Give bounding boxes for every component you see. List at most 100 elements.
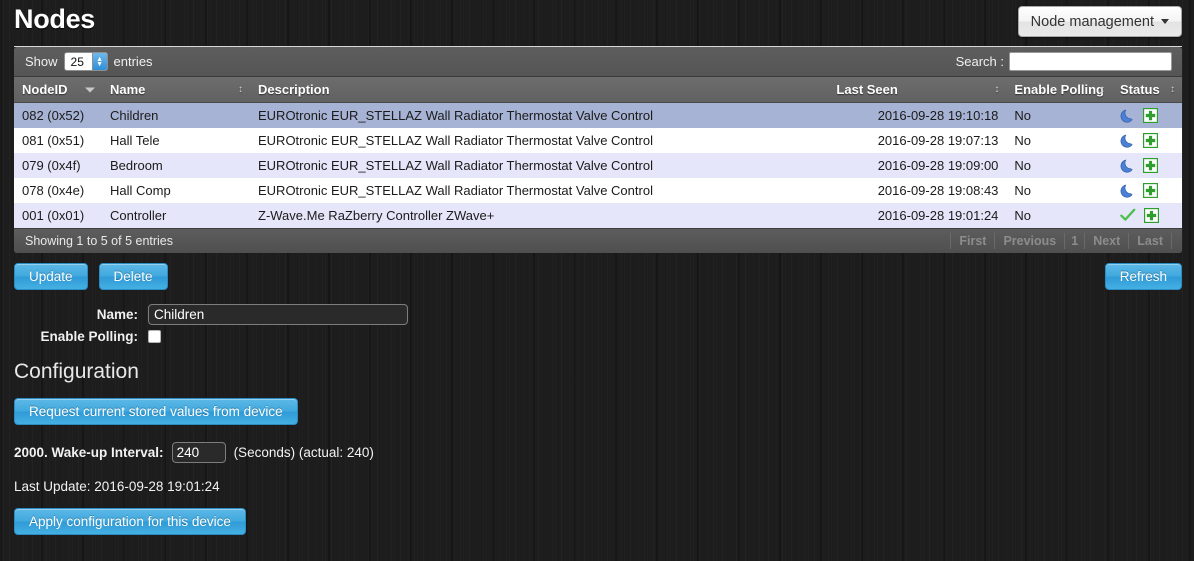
nodes-datatable: Show 25 ▲▼ entries Search : NodeID Name xyxy=(14,47,1182,253)
wakeup-interval-input[interactable] xyxy=(171,442,226,463)
moon-icon xyxy=(1120,158,1135,173)
cell-description: EUROtronic EUR_STELLAZ Wall Radiator The… xyxy=(258,108,653,123)
column-label-last-seen: Last Seen xyxy=(836,82,898,97)
stepper-icon[interactable]: ▲ ▼ xyxy=(91,53,107,70)
pagination-previous[interactable]: Previous xyxy=(994,233,1064,249)
cell-last-seen: 2016-09-28 19:08:43 xyxy=(877,183,999,198)
cell-status xyxy=(1112,128,1182,153)
cell-enable-polling: No xyxy=(1014,158,1032,173)
wakeup-interval-label: 2000. Wake-up Interval: xyxy=(14,445,164,460)
column-header-description[interactable]: Description xyxy=(250,77,829,103)
column-label-enable-polling: Enable Polling xyxy=(1014,82,1104,97)
plus-icon[interactable] xyxy=(1142,157,1159,174)
table-header-row: NodeID Name ↕ Description Last Seen ↕ En… xyxy=(14,77,1182,103)
header-divider xyxy=(14,46,1182,47)
cell-status xyxy=(1112,103,1182,129)
moon-icon xyxy=(1120,133,1135,148)
node-management-button[interactable]: Node management xyxy=(1017,6,1182,37)
show-label: Show xyxy=(25,54,58,69)
cell-enable-polling: No xyxy=(1014,108,1032,123)
page-title: Nodes xyxy=(14,4,96,34)
enable-polling-checkbox[interactable] xyxy=(148,330,161,343)
table-header: NodeID Name ↕ Description Last Seen ↕ En… xyxy=(14,77,1182,103)
table-row[interactable]: 081 (0x51) Hall Tele EUROtronic EUR_STELLA… xyxy=(14,128,1182,153)
page-length-value: 25 xyxy=(70,54,84,69)
column-label-name: Name xyxy=(110,82,146,97)
enable-polling-label: Enable Polling: xyxy=(40,329,138,344)
cell-description: Z-Wave.Me RaZberry Controller ZWave+ xyxy=(258,208,495,223)
apply-configuration-button[interactable]: Apply configuration for this device xyxy=(14,508,246,535)
plus-icon[interactable] xyxy=(1142,182,1159,199)
cell-last-seen: 2016-09-28 19:01:24 xyxy=(877,208,999,223)
cell-status xyxy=(1112,203,1182,228)
cell-name: Children xyxy=(110,108,159,123)
cell-status xyxy=(1112,153,1182,178)
check-icon xyxy=(1120,208,1136,223)
cell-enable-polling: No xyxy=(1014,133,1032,148)
update-button[interactable]: Update xyxy=(14,263,88,290)
search-control: Search : xyxy=(956,52,1172,71)
name-input[interactable] xyxy=(148,304,408,325)
refresh-button[interactable]: Refresh xyxy=(1104,263,1182,290)
search-input[interactable] xyxy=(1009,52,1172,71)
table-row[interactable]: 082 (0x52) Children EUROtronic EUR_STELLAZ… xyxy=(14,102,1182,129)
column-label-nodeid: NodeID xyxy=(22,82,68,97)
table-row[interactable]: 078 (0x4e) Hall Comp EUROtronic EUR_STELLA… xyxy=(14,178,1182,203)
configuration-heading: Configuration xyxy=(14,360,139,383)
sort-both-icon: ↕ xyxy=(1170,83,1175,95)
cell-description: EUROtronic EUR_STELLAZ Wall Radiator The… xyxy=(258,183,653,198)
delete-button[interactable]: Delete xyxy=(98,263,168,290)
table-row[interactable]: 079 (0x4f) Bedroom EUROtronic EUR_STELLAZ … xyxy=(14,153,1182,178)
datatable-footer: Showing 1 to 5 of 5 entries First Previou… xyxy=(14,228,1182,253)
table-body: 082 (0x52) Children EUROtronic EUR_STELLAZ… xyxy=(14,102,1182,228)
column-label-status: Status xyxy=(1120,82,1160,97)
column-header-status[interactable]: Status ↕ xyxy=(1112,77,1182,103)
sort-both-icon: ↕ xyxy=(994,83,1000,95)
table-row[interactable]: 001 (0x01) Controller Z-Wave.Me RaZberry C… xyxy=(14,203,1182,228)
page-header: Nodes Node management xyxy=(0,0,1194,47)
last-update-text: Last Update: 2016-09-28 19:01:24 xyxy=(14,479,220,494)
column-label-description: Description xyxy=(258,82,330,97)
cell-last-seen: 2016-09-28 19:07:13 xyxy=(877,133,999,148)
page-length-select[interactable]: 25 ▲ ▼ xyxy=(63,52,108,71)
cell-nodeid: 079 (0x4f) xyxy=(22,158,81,173)
datatable-info: Showing 1 to 5 of 5 entries xyxy=(25,234,174,248)
plus-icon[interactable] xyxy=(1142,107,1159,124)
pagination-next[interactable]: Next xyxy=(1084,233,1128,249)
wakeup-interval-row: 2000. Wake-up Interval: (Seconds) (actua… xyxy=(14,442,1194,463)
cell-nodeid: 078 (0x4e) xyxy=(22,183,85,198)
name-label: Name: xyxy=(96,307,138,322)
plus-icon[interactable] xyxy=(1143,207,1160,224)
cell-enable-polling: No xyxy=(1014,183,1032,198)
node-form: Name: Enable Polling: xyxy=(0,304,1194,344)
pagination: First Previous 1 Next Last xyxy=(950,233,1172,249)
column-header-nodeid[interactable]: NodeID xyxy=(14,77,102,103)
nodes-table: NodeID Name ↕ Description Last Seen ↕ En… xyxy=(14,77,1182,228)
cell-enable-polling: No xyxy=(1014,208,1032,223)
plus-icon[interactable] xyxy=(1142,132,1159,149)
pagination-last[interactable]: Last xyxy=(1128,233,1172,249)
moon-icon xyxy=(1120,183,1135,198)
cell-description: EUROtronic EUR_STELLAZ Wall Radiator The… xyxy=(258,158,653,173)
pagination-first[interactable]: First xyxy=(950,233,994,249)
node-management-label: Node management xyxy=(1030,13,1154,30)
cell-description: EUROtronic EUR_STELLAZ Wall Radiator The… xyxy=(258,133,653,148)
cell-name: Hall Tele xyxy=(110,133,160,148)
pagination-1[interactable]: 1 xyxy=(1064,233,1084,249)
moon-icon xyxy=(1120,108,1135,123)
cell-status xyxy=(1112,178,1182,203)
name-field-row: Name: xyxy=(0,304,1194,325)
cell-name: Bedroom xyxy=(110,158,163,173)
column-header-enable-polling[interactable]: Enable Polling ↕ xyxy=(1006,77,1112,103)
cell-name: Controller xyxy=(110,208,167,223)
search-label: Search : xyxy=(955,54,1004,69)
cell-last-seen: 2016-09-28 19:10:18 xyxy=(877,108,999,123)
request-stored-values-button[interactable]: Request current stored values from devic… xyxy=(14,398,298,425)
column-header-last-seen[interactable]: Last Seen ↕ xyxy=(828,77,1007,103)
chevron-down-icon xyxy=(1161,19,1169,24)
enable-polling-row: Enable Polling: xyxy=(0,329,1194,344)
sort-both-icon: ↕ xyxy=(1100,83,1105,95)
action-button-row: Update Delete Refresh xyxy=(14,263,1182,290)
entries-label: entries xyxy=(113,54,153,69)
column-header-name[interactable]: Name ↕ xyxy=(102,77,250,103)
